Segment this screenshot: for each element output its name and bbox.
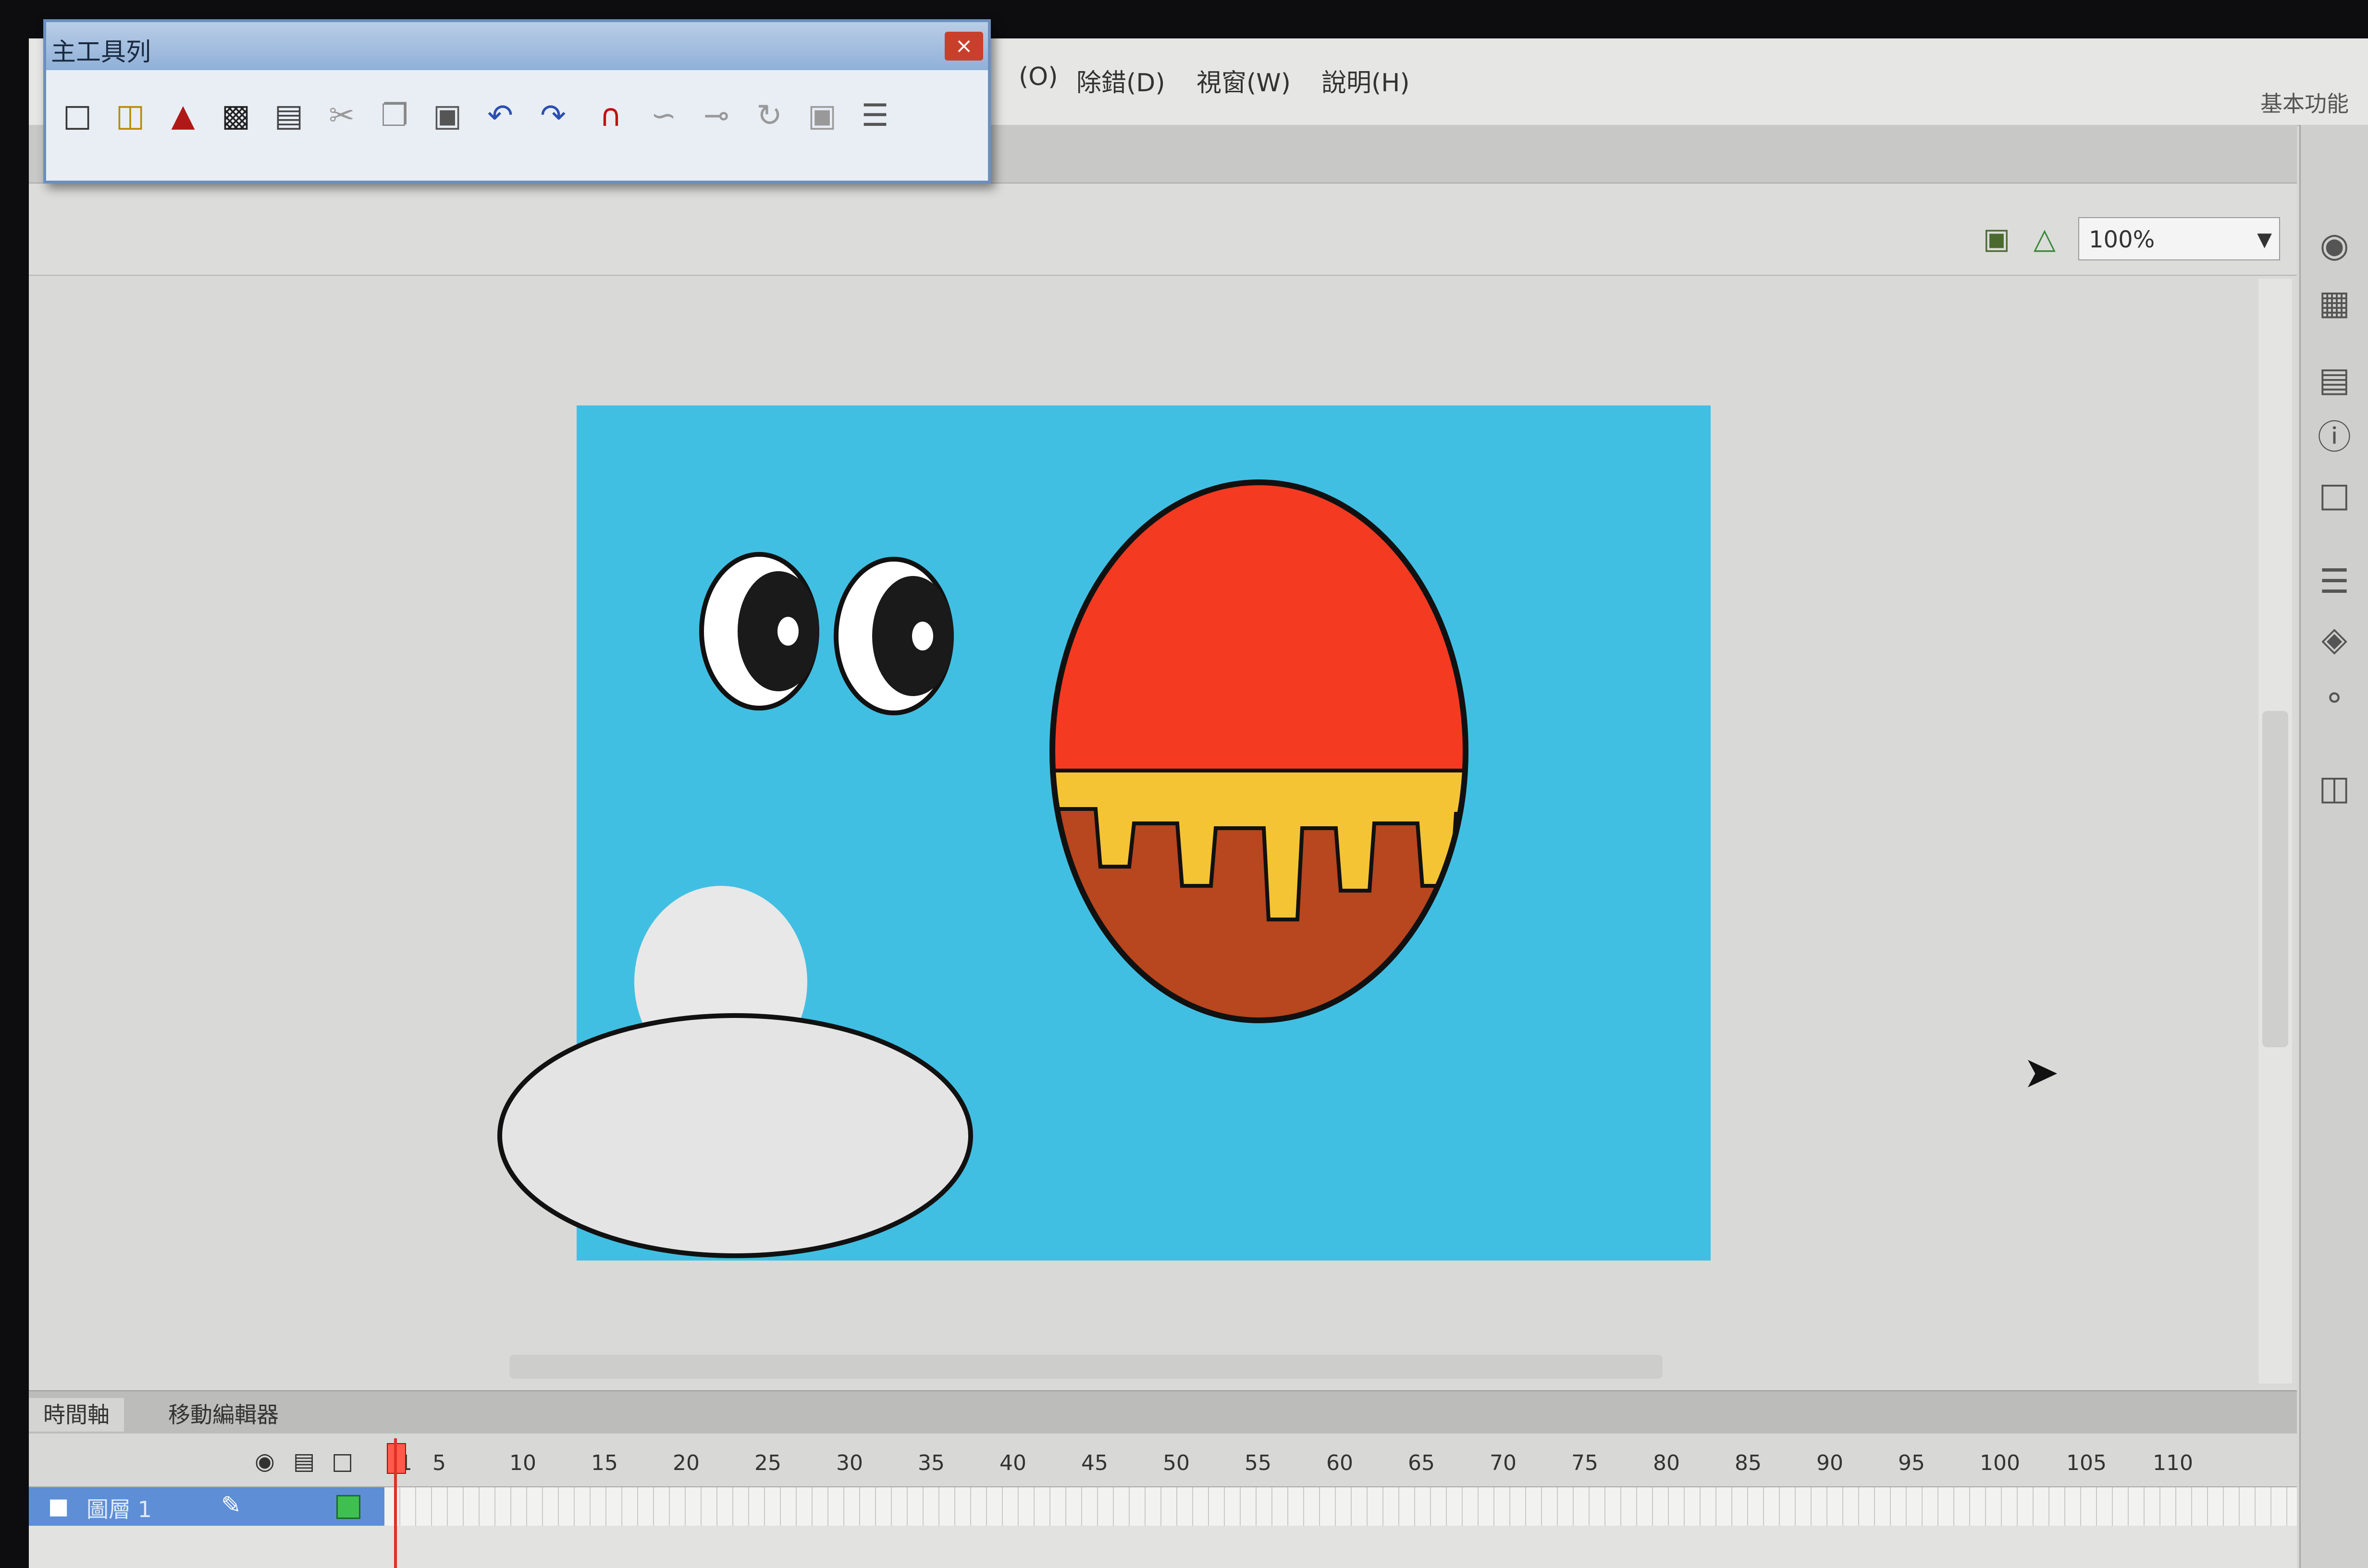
bridge-icon[interactable]: ▲	[161, 94, 205, 137]
close-icon[interactable]: ×	[945, 32, 983, 61]
frame-number: 5	[432, 1451, 446, 1475]
tab-motion-editor[interactable]: 移動編輯器	[154, 1398, 293, 1432]
scale-icon[interactable]: ▣	[801, 94, 844, 137]
frame-number: 70	[1490, 1451, 1517, 1475]
edit-symbols-icon[interactable]: △	[2023, 222, 2066, 256]
layer-name[interactable]: 圖層 1	[86, 1492, 152, 1524]
snap-magnet-icon[interactable]: ∩	[589, 94, 632, 137]
frame-number: 100	[1980, 1451, 2020, 1475]
menu-item-help[interactable]: 說明(H)	[1321, 62, 1410, 98]
toolbar-title: 主工具列	[51, 38, 151, 67]
right-panel-dock: ◉ ▦ ▤ ⓘ □ ☰ ◈ ∘ ◫	[2299, 125, 2368, 1568]
frame-number: 25	[754, 1451, 781, 1475]
frame-number: 65	[1408, 1451, 1435, 1475]
save-icon[interactable]: ▩	[214, 94, 258, 137]
lock-icon[interactable]: ▤	[293, 1448, 315, 1475]
motion-presets-icon[interactable]: ∘	[2310, 673, 2358, 721]
components-icon[interactable]: ◈	[2310, 615, 2358, 663]
frame-number: 15	[591, 1451, 618, 1475]
pasteboard[interactable]	[29, 276, 2297, 1390]
toolbar-titlebar[interactable]: 主工具列 ×	[46, 22, 988, 70]
frame-number: 20	[673, 1451, 700, 1475]
toolbar-buttons: □ ◫ ▲ ▩ ▤ ✂ ❐ ▣ ↶ ↷ ∩ ∽ ⊸ ↻ ▣ ☰	[46, 70, 988, 181]
transform-icon[interactable]: □	[2310, 471, 2358, 519]
redo-icon[interactable]: ↷	[531, 94, 575, 137]
print-icon[interactable]: ▤	[267, 94, 310, 137]
outline-color-swatch[interactable]	[336, 1495, 360, 1519]
frame-number: 35	[918, 1451, 945, 1475]
vertical-scrollbar[interactable]	[2258, 279, 2292, 1384]
frame-number: 95	[1898, 1451, 1925, 1475]
new-icon[interactable]: □	[56, 94, 99, 137]
menu-item-window[interactable]: 視窗(W)	[1196, 62, 1291, 98]
info-icon[interactable]: ⓘ	[2310, 413, 2358, 461]
zoom-value: 100%	[2089, 226, 2155, 253]
workspace-switcher[interactable]: 基本功能	[2260, 86, 2349, 118]
timeline-header: ◉ ▤ □ 1 5 10 15 20 25 30 35 40 45 50 55 …	[29, 1433, 2297, 1487]
horizontal-scrollbar[interactable]	[509, 1355, 1663, 1379]
eye-icon[interactable]: ◉	[255, 1448, 275, 1475]
frame-number: 30	[836, 1451, 863, 1475]
main-toolbar-window[interactable]: 主工具列 × □ ◫ ▲ ▩ ▤ ✂ ❐ ▣ ↶ ↷ ∩ ∽ ⊸ ↻ ▣ ☰	[43, 19, 991, 184]
frame-number: 80	[1653, 1451, 1680, 1475]
smooth-icon[interactable]: ∽	[642, 94, 685, 137]
undo-icon[interactable]: ↶	[479, 94, 522, 137]
layer-row[interactable]: ■ 圖層 1 ✎	[29, 1487, 384, 1526]
mouse-pointer-icon: ➤	[2023, 1047, 2060, 1098]
frame-number: 40	[999, 1451, 1026, 1475]
menu-item-command[interactable]: (O)	[1019, 62, 1058, 91]
frame-number: 55	[1245, 1451, 1271, 1475]
frame-number: 10	[509, 1451, 536, 1475]
frame-number: 85	[1735, 1451, 1762, 1475]
open-icon[interactable]: ◫	[109, 94, 152, 137]
zoom-select[interactable]: 100% ▼	[2078, 217, 2280, 260]
timeline-tab-bar: 時間軸 移動編輯器	[29, 1390, 2297, 1434]
left-eye[interactable]	[699, 552, 819, 710]
right-eye[interactable]	[834, 557, 954, 715]
straighten-icon[interactable]: ⊸	[695, 94, 738, 137]
rotate-icon[interactable]: ↻	[748, 94, 791, 137]
outline-icon[interactable]: □	[332, 1448, 353, 1475]
frame-number: 90	[1816, 1451, 1843, 1475]
frame-number: 105	[2066, 1451, 2107, 1475]
tab-timeline[interactable]: 時間軸	[29, 1398, 124, 1432]
swatches-icon[interactable]: ▦	[2310, 279, 2358, 327]
stage-bar: ▣ △ 100% ▼	[29, 184, 2297, 276]
menu-item-debug[interactable]: 除錯(D)	[1076, 62, 1165, 98]
frame-number: 75	[1571, 1451, 1598, 1475]
cut-icon[interactable]: ✂	[320, 94, 363, 137]
application-window: (O) 除錯(D) 視窗(W) 說明(H) 基本功能 ▣ △ 100% ▼ ◉ …	[29, 38, 2368, 1568]
color-palette-icon[interactable]: ◉	[2310, 221, 2358, 269]
align-icon[interactable]: ▤	[2310, 355, 2358, 404]
copy-icon[interactable]: ❐	[373, 94, 416, 137]
actions-icon[interactable]: ☰	[2310, 557, 2358, 605]
frame-number: 45	[1081, 1451, 1108, 1475]
timeline-panel: ◉ ▤ □ 1 5 10 15 20 25 30 35 40 45 50 55 …	[29, 1433, 2297, 1568]
frame-number: 60	[1326, 1451, 1353, 1475]
frame-grid[interactable]	[384, 1487, 2297, 1526]
paste-icon[interactable]: ▣	[426, 94, 469, 137]
white-ellipse-shape[interactable]	[490, 1006, 980, 1275]
vertical-scroll-thumb[interactable]	[2262, 711, 2288, 1047]
playhead[interactable]	[394, 1438, 397, 1568]
align-icon[interactable]: ☰	[853, 94, 897, 137]
pencil-icon: ✎	[221, 1491, 241, 1519]
layer-icon: ■	[48, 1493, 69, 1519]
frame-number: 50	[1163, 1451, 1190, 1475]
chevron-down-icon[interactable]: ▼	[2257, 218, 2272, 261]
library-icon[interactable]: ◫	[2310, 764, 2358, 812]
frame-number: 110	[2153, 1451, 2193, 1475]
edit-scene-icon[interactable]: ▣	[1975, 222, 2018, 256]
